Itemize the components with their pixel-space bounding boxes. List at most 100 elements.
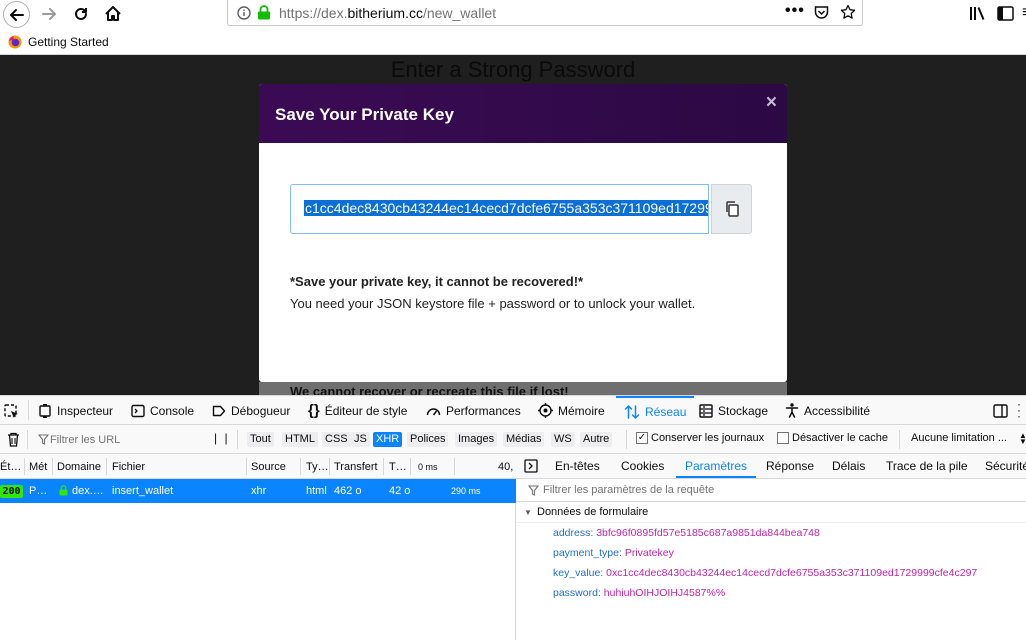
filter-tout[interactable]: Tout [247, 432, 274, 447]
chevron-down-icon: ▼ [524, 508, 532, 517]
info-icon[interactable] [237, 6, 251, 20]
tab-parametres[interactable]: Paramètres [676, 454, 757, 478]
style-editor-icon: {} [308, 402, 320, 419]
performance-icon [426, 407, 441, 415]
cell-type: html [306, 485, 327, 497]
request-list-header: Ét… Mét Domaine Fichier Source Ty… Trans… [0, 454, 516, 479]
forward-button[interactable] [36, 1, 62, 27]
url-filter-input[interactable] [50, 431, 200, 448]
checkbox-checked: ✓ [636, 432, 648, 444]
network-icon [624, 404, 640, 419]
dock-icon[interactable] [993, 403, 1009, 419]
filter-icon [528, 485, 539, 496]
more-options-icon[interactable]: · · · [1017, 398, 1021, 422]
url-text[interactable]: https://dex.bitherium.cc/new_wallet [279, 5, 496, 21]
status-badge: 200 [0, 485, 23, 498]
col-size[interactable]: T… [389, 461, 407, 473]
arrow-right-icon [42, 8, 56, 20]
tab-delais[interactable]: Délais [832, 454, 865, 478]
filter-images[interactable]: Images [455, 432, 498, 447]
library-icon[interactable] [969, 6, 986, 21]
col-status[interactable]: Ét… [0, 461, 21, 473]
private-key-field[interactable]: c1cc4dec8430cb43244ec14cecd7dcfe6755a353… [290, 184, 709, 234]
tab-performances[interactable]: Performances [426, 396, 521, 425]
form-data-section[interactable]: ▼ Données de formulaire [516, 502, 1026, 523]
filter-css[interactable]: CSS [322, 432, 351, 447]
menu-icon[interactable]: ≡ [1022, 4, 1026, 21]
col-type[interactable]: Ty… [306, 461, 329, 473]
filter-polices[interactable]: Polices [407, 432, 449, 447]
copy-button[interactable] [711, 184, 752, 234]
col-method[interactable]: Mét [29, 461, 47, 473]
url-bar[interactable]: https://dex.bitherium.cc/new_wallet ••• [227, 0, 863, 26]
tab-label: Inspecteur [57, 403, 114, 418]
warning-text: You need your JSON keystore file + passw… [290, 296, 696, 311]
request-details: En-têtes Cookies Paramètres Réponse Déla… [516, 454, 1026, 640]
tab-trace-de-la-pile[interactable]: Trace de la pile [886, 454, 968, 478]
tab-label: Stockage [718, 403, 769, 418]
filter-autre[interactable]: Autre [580, 432, 613, 447]
trash-icon[interactable] [7, 432, 20, 447]
star-icon[interactable] [840, 4, 856, 20]
memory-icon [538, 403, 553, 418]
params-filter-placeholder: Filtrer les paramètres de la requête [543, 484, 715, 496]
tab-console[interactable]: Console [131, 396, 194, 425]
table-row[interactable]: 200 P… dex.… insert_wallet xhr html 462 … [0, 479, 516, 503]
filter-xhr[interactable]: XHR [373, 432, 403, 447]
pause-icon[interactable]: | | [214, 431, 230, 445]
tab-label: Débogueur [231, 403, 291, 418]
tab-memoire[interactable]: Mémoire [538, 396, 605, 425]
col-source[interactable]: Source [251, 461, 286, 473]
tab-stockage[interactable]: Stockage [699, 396, 768, 425]
param-row-payment-type: payment_type: Privatekey [553, 547, 674, 559]
filter-js[interactable]: JS [351, 432, 370, 447]
close-button[interactable]: × [766, 92, 777, 114]
sidebar-icon[interactable] [997, 6, 1014, 21]
background-title: Enter a Strong Password [390, 57, 636, 82]
filter-icon [38, 434, 49, 445]
tab-en-tetes[interactable]: En-têtes [555, 454, 600, 478]
disable-cache-checkbox[interactable]: Désactiver le cache [777, 432, 888, 444]
element-picker-icon[interactable] [4, 404, 20, 420]
checkbox-unchecked [777, 432, 789, 444]
throttling-select[interactable]: Aucune limitation ... [911, 432, 1007, 444]
col-domain[interactable]: Domaine [57, 461, 101, 473]
tab-cookies[interactable]: Cookies [621, 454, 664, 478]
filter-html[interactable]: HTML [282, 432, 318, 447]
home-icon [105, 6, 121, 21]
chevron-updown-icon[interactable]: ▲ ▼ [1019, 432, 1026, 446]
col-transfer[interactable]: Transfert [334, 461, 378, 473]
param-value: 3bfc96f0895fd57e5185c687a9851da844bea748 [596, 527, 820, 539]
pocket-icon[interactable] [814, 5, 829, 20]
tab-accessibilite[interactable]: Accessibilité [785, 396, 870, 425]
tab-label: Réseau [645, 404, 687, 419]
home-button[interactable] [100, 1, 126, 27]
tab-editeur-de-style[interactable]: {} Éditeur de style [308, 396, 407, 425]
details-tabs: En-têtes Cookies Paramètres Réponse Déla… [516, 454, 1026, 479]
devtools-toolbar: Inspecteur Console Débogueur {} Éditeur … [0, 395, 1026, 425]
back-button[interactable] [3, 1, 30, 28]
params-filter[interactable]: Filtrer les paramètres de la requête [516, 479, 1026, 502]
cell-source: xhr [251, 485, 267, 497]
browser-toolbar: https://dex.bitherium.cc/new_wallet ••• … [0, 0, 1026, 29]
filter-medias[interactable]: Médias [503, 432, 545, 447]
filter-ws[interactable]: WS [551, 432, 575, 447]
reload-button[interactable] [68, 1, 94, 27]
tab-reponse[interactable]: Réponse [766, 454, 814, 478]
request-list: Ét… Mét Domaine Fichier Source Ty… Trans… [0, 454, 516, 640]
cell-method: P… [29, 485, 48, 497]
col-timeline-0: 0 ms [418, 462, 438, 472]
cell-file: insert_wallet [112, 485, 174, 497]
toggle-panel-icon[interactable] [524, 459, 538, 473]
bookmark-getting-started[interactable]: Getting Started [8, 35, 109, 49]
cell-transfer: 462 o [334, 485, 362, 497]
page-actions-icon[interactable]: ••• [785, 2, 805, 20]
tab-securite[interactable]: Sécurité [985, 454, 1026, 478]
tab-inspecteur[interactable]: Inspecteur [38, 396, 113, 425]
tab-debogueur[interactable]: Débogueur [212, 396, 290, 425]
param-row-address: address: 3bfc96f0895fd57e5185c687a9851da… [553, 527, 820, 539]
persist-logs-checkbox[interactable]: ✓ Conserver les journaux [636, 432, 764, 444]
tab-reseau[interactable]: Réseau [616, 396, 695, 425]
lock-icon[interactable] [257, 5, 271, 20]
col-file[interactable]: Fichier [112, 461, 145, 473]
